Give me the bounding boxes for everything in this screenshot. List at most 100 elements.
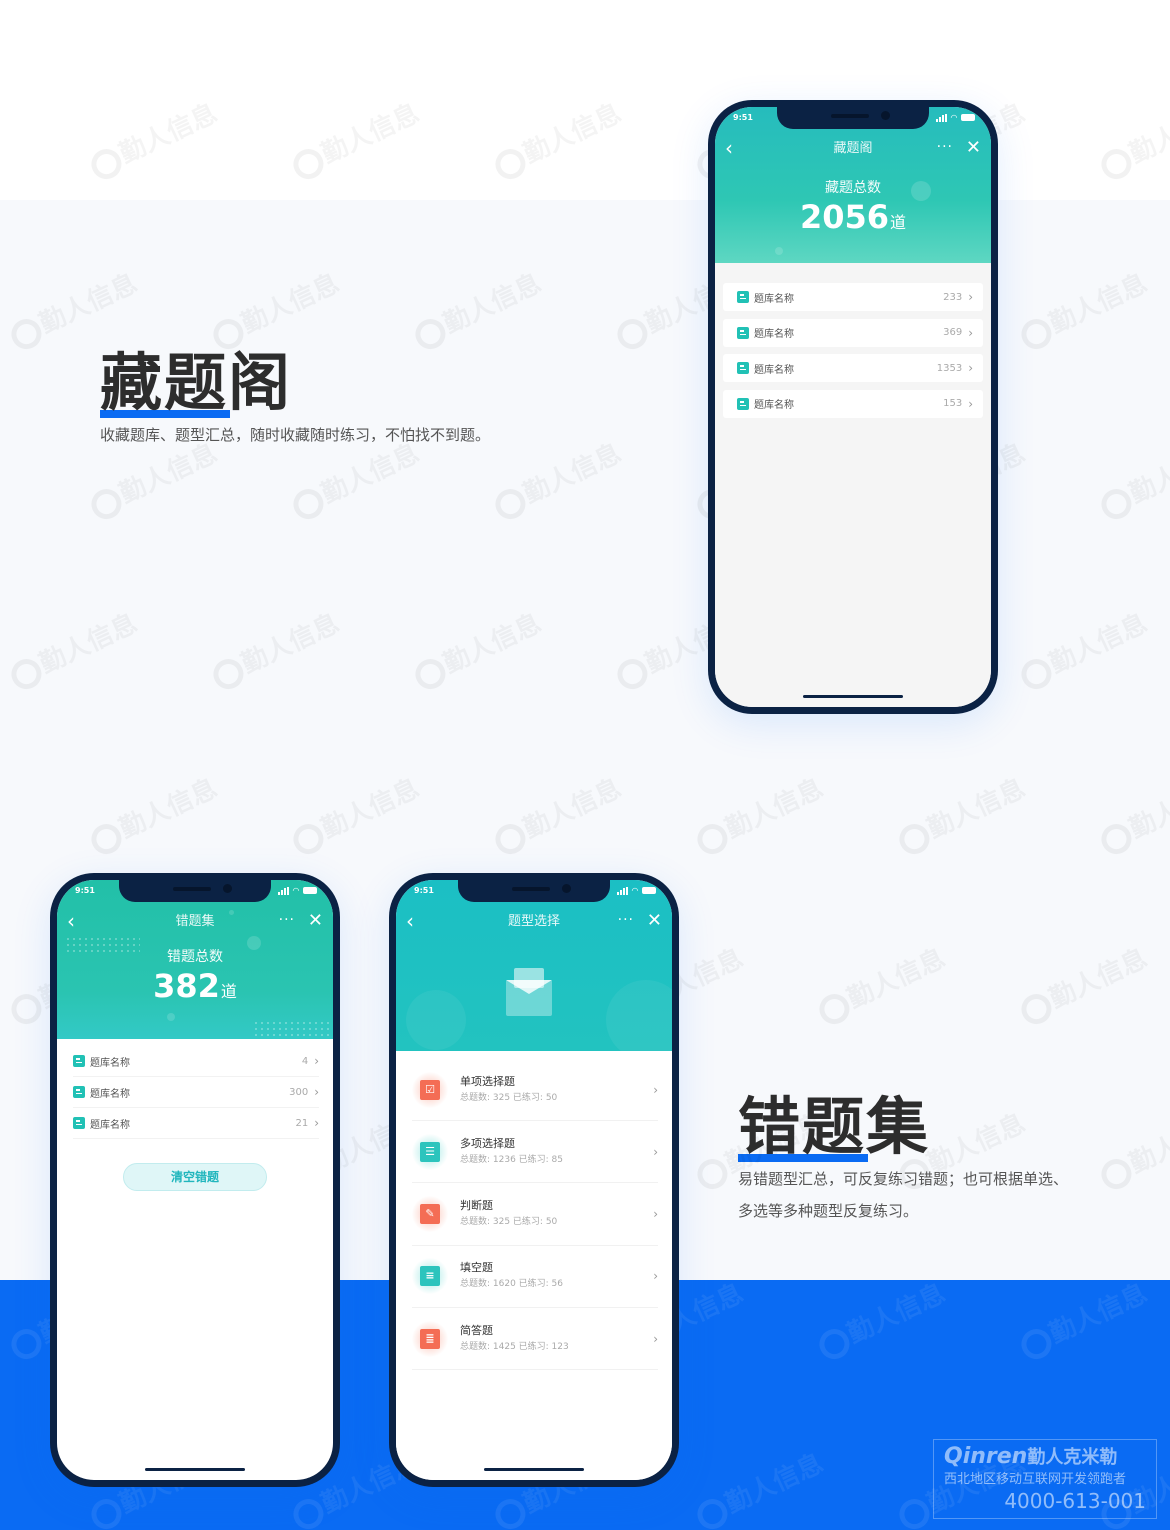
battery-icon	[303, 887, 317, 894]
phone-screen: 9:51 ◠ ‹ 藏题阁 ··· ✕ 藏题总数 2056道 题库名称 233 › 题库…	[715, 107, 991, 707]
battery-icon	[642, 887, 656, 894]
list-item[interactable]: 题库名称 1353 ›	[723, 354, 983, 382]
list-item[interactable]: ≡ 填空题 总题数: 1620 已练习: 56 ›	[412, 1246, 658, 1308]
battery-icon	[961, 114, 975, 121]
list-item[interactable]: ✎ 判断题 总题数: 325 已练习: 50 ›	[412, 1184, 658, 1246]
chevron-right-icon: ›	[653, 1082, 658, 1097]
status-time: 9:51	[414, 886, 434, 895]
phone-screen: 9:51 ◠ ‹ 错题集 ··· ✕ 错题总数 382道 题库名称 4 › 题库名称 3…	[57, 880, 333, 1480]
item-name: 题库名称	[754, 293, 794, 305]
phone-collect: 9:51 ◠ ‹ 藏题阁 ··· ✕ 藏题总数 2056道 题库名称 233 › 题库…	[708, 100, 998, 714]
notch	[777, 107, 929, 129]
close-icon[interactable]: ✕	[647, 910, 662, 932]
summary-value: 2056	[799, 198, 890, 236]
item-name: 判断题	[460, 1199, 493, 1213]
chevron-right-icon: ›	[968, 325, 973, 340]
brand-phone: 4000-613-001	[1004, 1489, 1146, 1513]
section-heading-wrong: 错题集	[738, 1076, 930, 1166]
fill-blank-icon: ≡	[412, 1258, 448, 1295]
item-name: 题库名称	[754, 400, 794, 411]
signal-icon	[277, 886, 289, 895]
watermark: 勤人信息	[408, 603, 547, 694]
section-description-collect: 收藏题库、题型汇总，随时收藏随时练习，不怕找不到题。	[100, 426, 491, 444]
type-list: ☑ 单项选择题 总题数: 325 已练习: 50 › ☰ 多项选择题 总题数: 1236 已…	[396, 1051, 672, 1480]
item-count: 4	[301, 1055, 309, 1067]
item-count: 21	[295, 1117, 309, 1129]
question-bank-icon	[737, 397, 749, 410]
watermark: 勤人信息	[1014, 263, 1153, 354]
header-banner: 9:51 ◠ ‹ 题型选择 ··· ✕	[396, 880, 672, 1060]
question-bank-icon	[737, 362, 749, 374]
item-name: 多项选择题	[460, 1136, 515, 1150]
brand-slogan: 西北地区移动互联网开发领跑者	[944, 1472, 1127, 1487]
phone-types: 9:51 ◠ ‹ 题型选择 ··· ✕ ☑ 单项选择题 总题数: 325 已练习: …	[389, 873, 679, 1487]
list-item[interactable]: 题库名称 369 ›	[723, 318, 983, 347]
more-icon[interactable]: ···	[279, 910, 295, 930]
item-stats: 总题数: 1620 已练习: 56	[460, 1279, 564, 1290]
more-icon[interactable]: ···	[937, 137, 953, 157]
wifi-icon: ◠	[950, 113, 957, 122]
watermark: 勤人信息	[4, 603, 143, 694]
list-item[interactable]: ≣ 简答题 总题数: 1425 已练习: 123 ›	[412, 1308, 658, 1371]
header-banner: 9:51 ◠ ‹ 藏题阁 ··· ✕ 藏题总数 2056道	[715, 107, 991, 263]
close-icon[interactable]: ✕	[308, 910, 323, 932]
watermark: 勤人信息	[408, 263, 547, 354]
item-stats: 总题数: 325 已练习: 50	[460, 1217, 558, 1228]
item-text: 简答题总题数: 1425 已练习: 123	[460, 1323, 653, 1355]
nav-bar: ‹ 题型选择 ··· ✕	[396, 910, 672, 934]
more-icon[interactable]: ···	[618, 910, 634, 930]
chevron-right-icon: ›	[314, 1085, 319, 1099]
status-time: 9:51	[733, 113, 753, 122]
notch	[458, 880, 610, 902]
list-item[interactable]: 题库名称 153 ›	[723, 389, 983, 418]
watermark: 勤人信息	[1094, 768, 1170, 859]
chevron-right-icon: ›	[968, 361, 973, 375]
item-name: 题库名称	[754, 329, 794, 340]
item-stats: 总题数: 1425 已练习: 123	[460, 1341, 569, 1352]
list-item[interactable]: ☑ 单项选择题 总题数: 325 已练习: 50 ›	[412, 1059, 658, 1121]
question-bank-icon	[737, 291, 749, 303]
brand-box: Qinren勤人克米勒 西北地区移动互联网开发领跑者 4000-613-001	[933, 1439, 1157, 1519]
list-item[interactable]: 题库名称 21 ›	[73, 1108, 319, 1139]
item-name: 简答题	[460, 1323, 493, 1337]
watermark: 勤人信息	[812, 938, 951, 1029]
chevron-right-icon: ›	[968, 396, 973, 411]
watermark: 勤人信息	[1094, 433, 1170, 524]
item-name: 题库名称	[90, 1119, 130, 1131]
chevron-right-icon: ›	[653, 1144, 658, 1159]
question-bank-icon	[73, 1055, 85, 1067]
item-text: 判断题总题数: 325 已练习: 50	[460, 1198, 653, 1230]
watermark: 勤人信息	[286, 768, 425, 859]
question-bank-icon	[737, 326, 749, 339]
description-line: 多选等多种题型反复练习。	[738, 1202, 919, 1220]
brand-logo: Qinren勤人克米勒	[944, 1444, 1146, 1471]
section-description-wrong: 易错题型汇总，可反复练习错题；也可根据单选、 多选等多种题型反复练习。	[738, 1163, 1068, 1227]
close-icon[interactable]: ✕	[966, 137, 981, 159]
item-stats: 总题数: 1236 已练习: 85	[460, 1154, 564, 1165]
watermark: 勤人信息	[488, 433, 627, 524]
clear-wrong-button[interactable]: 清空错题	[123, 1163, 267, 1191]
list-item[interactable]: 题库名称 4 ›	[73, 1046, 319, 1077]
chevron-right-icon: ›	[314, 1054, 319, 1068]
brand-logo-latin: Qinren	[944, 1444, 1028, 1469]
heading-text: 错题集	[738, 1090, 931, 1163]
watermark: 勤人信息	[1014, 603, 1153, 694]
watermark: 勤人信息	[690, 768, 829, 859]
summary-label: 错题总数	[167, 949, 223, 965]
summary-unit: 道	[890, 213, 907, 232]
signal-icon	[616, 886, 628, 895]
chevron-right-icon: ›	[314, 1116, 319, 1130]
list-item[interactable]: ☰ 多项选择题 总题数: 1236 已练习: 85 ›	[412, 1121, 658, 1184]
summary-label: 藏题总数	[825, 180, 881, 196]
list-item[interactable]: 题库名称 300 ›	[73, 1077, 319, 1108]
item-name: 单项选择题	[460, 1074, 515, 1088]
status-time: 9:51	[75, 886, 95, 895]
list-item[interactable]: 题库名称 233 ›	[723, 283, 983, 311]
summary: 错题总数 382道	[57, 946, 333, 1012]
notch	[119, 880, 271, 902]
question-bank-icon	[73, 1086, 85, 1098]
item-count: 153	[943, 398, 963, 409]
collect-list: 题库名称 233 › 题库名称 369 › 题库名称 1353 › 题库名称 153 ›	[715, 263, 991, 707]
section-heading-collect: 藏题阁	[100, 332, 292, 422]
brand-logo-cn: 勤人克米勒	[1027, 1447, 1118, 1468]
